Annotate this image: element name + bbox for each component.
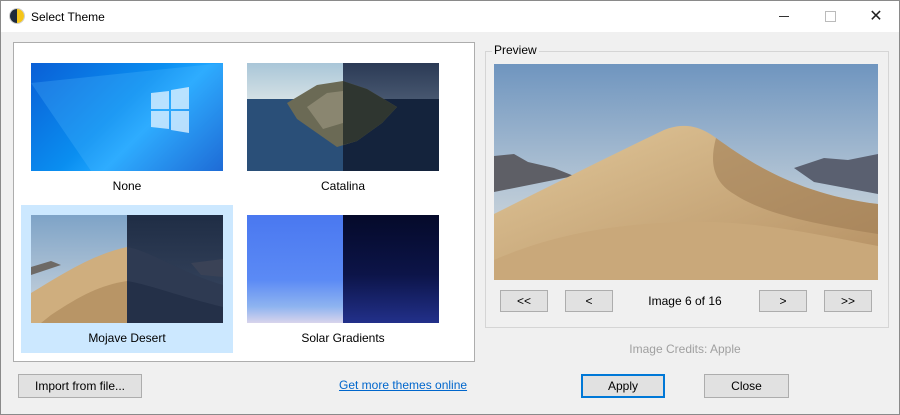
theme-label: Solar Gradients [301,331,385,345]
theme-list[interactable]: None Catalina Mojave Desert Solar Gradie… [13,42,475,362]
previous-image-button[interactable]: < [565,290,613,312]
image-credits: Image Credits: Apple [629,342,741,356]
theme-label: Mojave Desert [88,331,166,345]
close-icon: ✕ [869,7,883,25]
get-more-themes-link[interactable]: Get more themes online [339,378,467,392]
title-bar: Select Theme ✕ [1,1,899,32]
minimize-button[interactable] [761,1,807,32]
maximize-button[interactable] [807,1,853,32]
minimize-icon [779,16,789,17]
close-window-button[interactable]: ✕ [853,1,899,32]
apply-button[interactable]: Apply [581,374,665,398]
theme-tile-mojave-desert[interactable]: Mojave Desert [21,205,233,353]
preview-legend: Preview [492,43,539,57]
theme-tile-solar-gradients[interactable]: Solar Gradients [237,205,449,353]
theme-label: None [112,179,142,193]
first-image-button[interactable]: << [500,290,548,312]
window-title: Select Theme [31,10,105,24]
solar-gradient-thumbnail [247,215,439,323]
image-counter: Image 6 of 16 [648,294,722,308]
light-beam [31,63,223,171]
maximize-icon [824,11,836,22]
catalina-thumbnail [247,63,439,171]
app-icon [10,9,24,23]
close-button[interactable]: Close [704,374,789,398]
preview-image [494,64,878,280]
mojave-thumbnail [31,215,223,323]
windows-10-wallpaper-thumbnail [31,63,223,171]
theme-tile-catalina[interactable]: Catalina [237,53,449,201]
last-image-button[interactable]: >> [824,290,872,312]
theme-label: Catalina [320,179,366,193]
next-image-button[interactable]: > [759,290,807,312]
theme-tile-none[interactable]: None [21,53,233,201]
import-from-file-button[interactable]: Import from file... [18,374,142,398]
